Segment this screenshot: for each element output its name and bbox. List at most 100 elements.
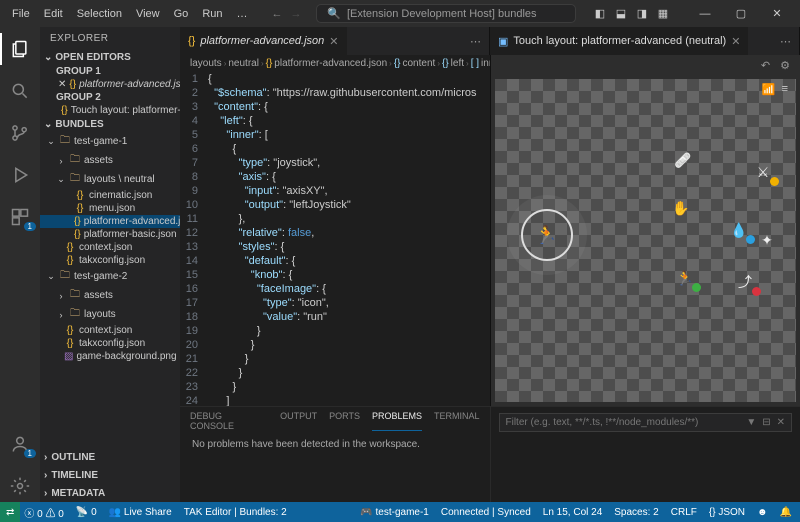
menu-lines-icon[interactable]: ≡ — [782, 83, 788, 96]
activity-scm[interactable] — [0, 117, 40, 149]
menu-go[interactable]: Go — [168, 5, 195, 23]
close-icon[interactable]: ✕ — [58, 79, 66, 90]
file-context-2[interactable]: {}context.json — [40, 324, 180, 337]
menu-view[interactable]: View — [130, 5, 166, 23]
file-context-1[interactable]: {}context.json — [40, 241, 180, 254]
tab-problems[interactable]: PROBLEMS — [372, 411, 422, 431]
filter-icon[interactable]: ▼ — [746, 417, 756, 428]
medkit-button[interactable]: 🩹 — [672, 149, 694, 171]
metadata-section[interactable]: ›METADATA — [40, 484, 180, 502]
more-icon[interactable]: ⋯ — [780, 35, 791, 48]
status-bell-icon[interactable]: 🔔 — [780, 507, 792, 518]
file-tak-1[interactable]: {}takxconfig.json — [40, 254, 180, 267]
run-button[interactable]: 🏃 — [674, 267, 696, 289]
remote-indicator[interactable]: ⇄ — [0, 502, 20, 522]
crumb[interactable]: neutral — [228, 58, 259, 69]
crumb[interactable]: layouts — [190, 58, 222, 69]
jump-button[interactable]: ⤴ — [734, 271, 756, 293]
search-box[interactable]: 🔍 [Extension Development Host] bundles — [316, 4, 576, 23]
toggle-sidebar-icon[interactable]: ◧ — [591, 7, 609, 20]
folder-assets[interactable]: ›🗀assets — [40, 151, 180, 170]
breadcrumbs[interactable]: layouts› neutral› {}platformer-advanced.… — [180, 55, 490, 72]
gear-icon[interactable]: ⚙ — [780, 59, 790, 71]
nav-forward-icon[interactable]: → — [291, 8, 302, 20]
status-cursor[interactable]: Ln 15, Col 24 — [543, 507, 603, 518]
tab-group-left: {} platformer-advanced.json ✕ ⋯ — [180, 27, 490, 55]
folder-test-game-2[interactable]: ⌄🗀test-game-2 — [40, 267, 180, 286]
maximize-button[interactable]: ▢ — [724, 7, 758, 20]
status-eol[interactable]: CRLF — [671, 507, 697, 518]
tab-ports[interactable]: PORTS — [329, 411, 360, 431]
minimize-button[interactable]: — — [688, 8, 722, 20]
close-icon[interactable]: ✕ — [731, 35, 740, 48]
open-editors-section[interactable]: ⌄OPEN EDITORS — [40, 50, 180, 65]
crumb[interactable]: {} left — [442, 58, 464, 69]
tab-json[interactable]: {} platformer-advanced.json ✕ — [180, 27, 348, 55]
file-tak-2[interactable]: {}takxconfig.json — [40, 337, 180, 350]
close-icon[interactable]: ✕ — [329, 35, 338, 48]
undo-icon[interactable]: ↶ — [761, 59, 770, 71]
menu-run[interactable]: Run — [196, 5, 228, 23]
tab-preview[interactable]: ▣ Touch layout: platformer-advanced (neu… — [490, 27, 749, 55]
run-icon: 🏃 — [535, 225, 557, 246]
problems-message: No problems have been detected in the wo… — [180, 435, 490, 454]
menu-selection[interactable]: Selection — [71, 5, 128, 23]
crumb[interactable]: {} content — [394, 58, 436, 69]
activity-explorer[interactable] — [0, 33, 40, 65]
eyedropper-button[interactable]: 💧 — [728, 219, 750, 241]
hand-button[interactable]: ✋ — [670, 197, 692, 219]
collapse-icon[interactable]: ⊟ — [762, 417, 770, 428]
close-panel-icon[interactable]: ✕ — [777, 417, 785, 428]
folder-test-game-1[interactable]: ⌄🗀test-game-1 — [40, 132, 180, 151]
activity-debug[interactable] — [0, 159, 40, 191]
status-errors[interactable]: ⓧ 0 ⚠ 0 — [24, 505, 63, 520]
activity-settings[interactable] — [0, 470, 40, 502]
activity-extensions[interactable]: 1 — [0, 201, 40, 233]
tab-output[interactable]: OUTPUT — [280, 411, 317, 431]
file-platformer-basic[interactable]: {}platformer-basic.json — [40, 228, 180, 241]
status-feedback-icon[interactable]: ☻ — [757, 507, 768, 518]
activity-search[interactable] — [0, 75, 40, 107]
file-cinematic[interactable]: {}cinematic.json — [40, 189, 180, 202]
status-tak[interactable]: TAK Editor | Bundles: 2 — [184, 507, 287, 518]
problems-filter[interactable]: Filter (e.g. text, **/*.ts, !**/node_mod… — [499, 413, 793, 432]
folder-layouts-2[interactable]: ›🗀layouts — [40, 305, 180, 324]
status-lang[interactable]: {} JSON — [709, 507, 745, 518]
open-editor-2[interactable]: {} Touch layout: platformer-advan... — [40, 104, 180, 117]
toggle-secondary-icon[interactable]: ◨ — [633, 7, 651, 20]
file-bg[interactable]: ▨game-background.png — [40, 350, 180, 363]
code-editor[interactable]: 1{2 "$schema": "https://raw.githubuserco… — [180, 72, 490, 406]
activity-account[interactable]: 1 — [0, 428, 40, 460]
more-icon[interactable]: ⋯ — [470, 35, 481, 48]
status-spaces[interactable]: Spaces: 2 — [614, 507, 658, 518]
file-platformer-advanced[interactable]: {}platformer-advanced.json — [40, 215, 180, 228]
touch-layout-preview[interactable]: 📶 ≡ 🏃 🩹 ⚔ ✋ 💧 ✦ 🏃 ⤴ — [495, 79, 797, 402]
crossbow-button[interactable]: ⚔ — [752, 161, 774, 183]
joystick-control[interactable]: 🏃 — [521, 209, 573, 261]
menu-more[interactable]: … — [231, 5, 254, 23]
status-game[interactable]: 🎮 test-game-1 — [360, 507, 429, 518]
sparkle-button[interactable]: ✦ — [756, 229, 778, 251]
open-editor-1[interactable]: ✕ {} platformer-advanced.json test-g... — [40, 78, 180, 91]
crumb[interactable]: {}platformer-advanced.json — [266, 58, 388, 69]
tab-debug-console[interactable]: DEBUG CONSOLE — [190, 411, 268, 431]
status-liveshare[interactable]: 👥 Live Share — [109, 507, 172, 518]
json-icon: {} — [61, 105, 68, 116]
bundles-section[interactable]: ⌄BUNDLES — [40, 117, 180, 132]
close-button[interactable]: ✕ — [760, 7, 794, 20]
toggle-panel-icon[interactable]: ⬓ — [612, 7, 630, 20]
nav-back-icon[interactable]: ← — [272, 8, 283, 20]
crumb[interactable]: [ ] inner — [471, 58, 490, 69]
layout-icon: ▣ — [498, 35, 508, 48]
outline-section[interactable]: ›OUTLINE — [40, 448, 180, 466]
file-menu[interactable]: {}menu.json — [40, 202, 180, 215]
folder-assets-2[interactable]: ›🗀assets — [40, 286, 180, 305]
menu-edit[interactable]: Edit — [38, 5, 69, 23]
folder-layouts[interactable]: ⌄🗀layouts \ neutral — [40, 170, 180, 189]
status-connection[interactable]: Connected | Synced — [441, 507, 531, 518]
status-ports[interactable]: 📡 0 — [76, 507, 97, 518]
tab-terminal[interactable]: TERMINAL — [434, 411, 480, 431]
timeline-section[interactable]: ›TIMELINE — [40, 466, 180, 484]
customize-layout-icon[interactable]: ▦ — [654, 7, 672, 20]
menu-file[interactable]: File — [6, 5, 36, 23]
